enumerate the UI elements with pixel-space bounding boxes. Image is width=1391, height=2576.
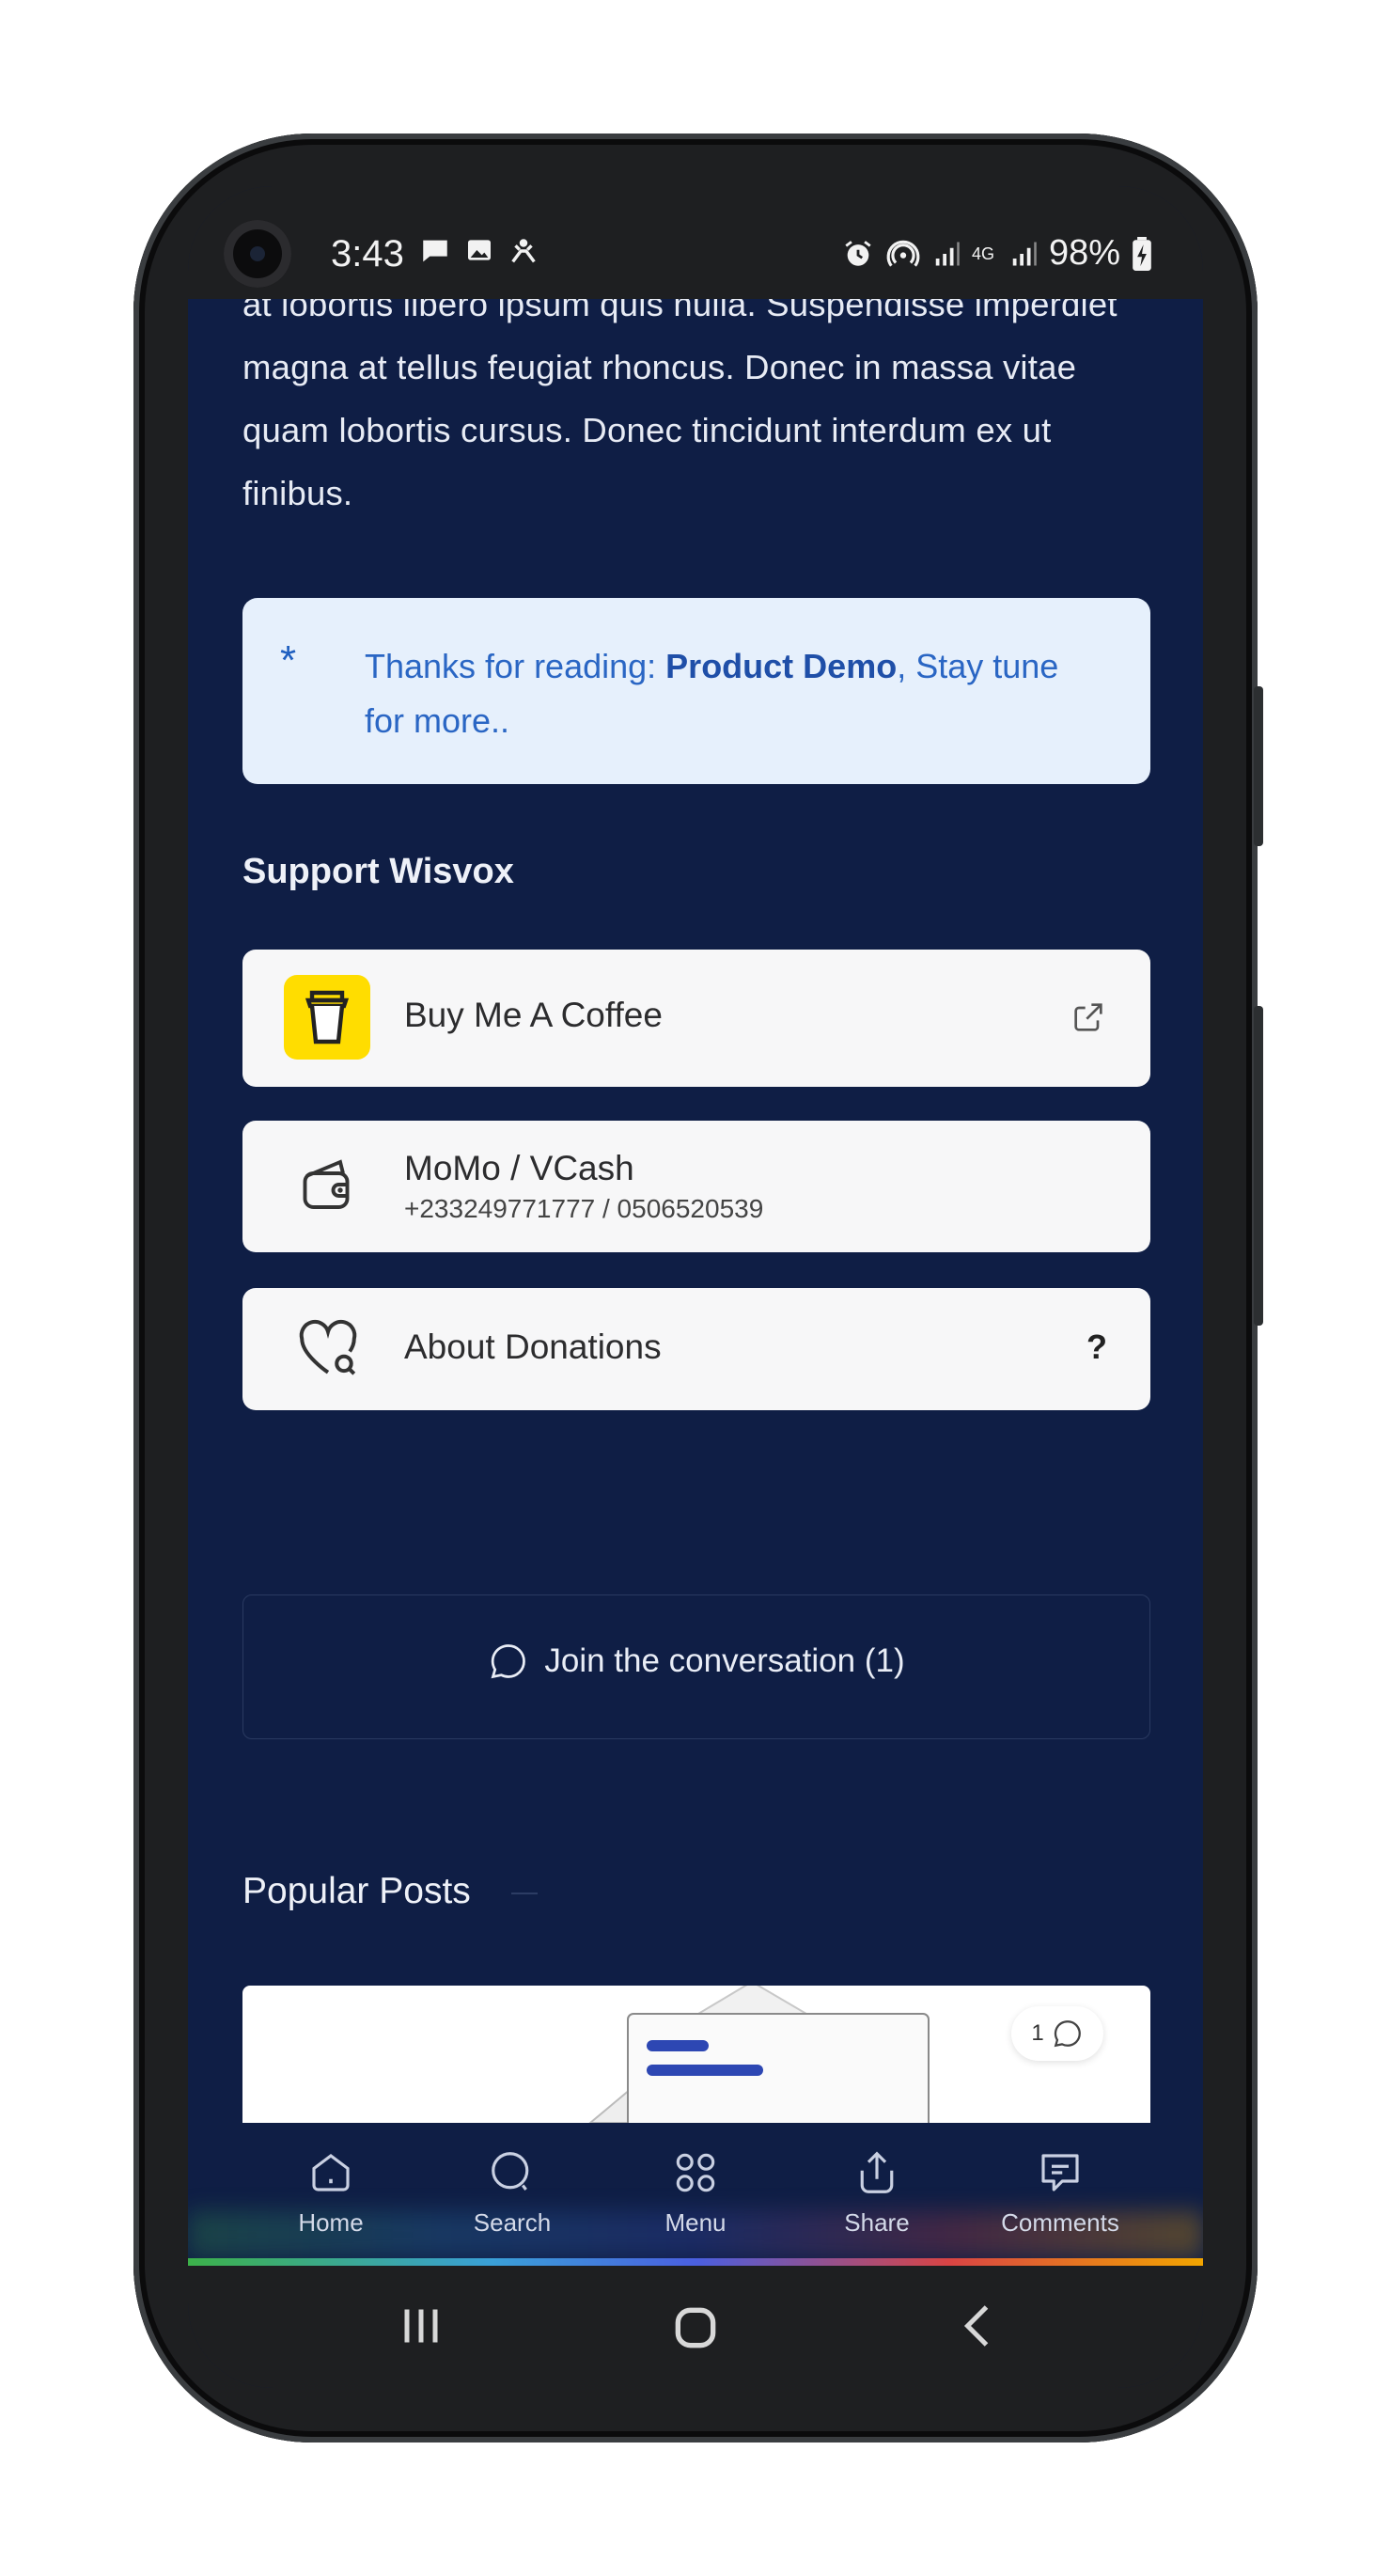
- status-time: 3:43: [331, 233, 404, 275]
- support-title: Support Wisvox: [242, 852, 514, 891]
- post-comment-count: 1: [1011, 2006, 1103, 2061]
- article-content: at lobortis libero ipsum quis nulla. Sus…: [188, 299, 1203, 2123]
- coffee-cup-icon: [284, 975, 370, 1060]
- menu-grid-icon: [676, 2153, 715, 2192]
- nav-search[interactable]: Search: [428, 2147, 597, 2238]
- system-status-icons: 4G 98%: [842, 233, 1152, 274]
- article-paragraph: at lobortis libero ipsum quis nulla. Sus…: [242, 299, 1117, 512]
- notice-message: Thanks for reading: Product Demo, Stay t…: [365, 639, 1098, 748]
- system-navigation-bar: [188, 2266, 1203, 2388]
- popular-post-thumbnail[interactable]: 1: [242, 1986, 1150, 2123]
- phone-screen: 3:43 4G 98% at lobortis libero ipsum qui…: [188, 186, 1203, 2388]
- join-conversation-inner: Join the conversation (1): [243, 1641, 1149, 1682]
- hotspot-icon: [886, 240, 920, 267]
- bottom-navigation: Home Search Menu Share Comments: [188, 2123, 1203, 2266]
- popular-posts-title: Popular Posts: [242, 1871, 471, 1911]
- nav-menu[interactable]: Menu: [611, 2147, 780, 2238]
- comment-bubble-icon: [491, 1644, 526, 1679]
- status-bar: 3:43 4G 98%: [188, 186, 1203, 299]
- donations-label: About Donations: [404, 1327, 662, 1366]
- signal-icon: [1012, 242, 1037, 265]
- 4g-icon: 4G: [971, 243, 994, 263]
- about-donations-card[interactable]: About Donations ?: [242, 1288, 1150, 1410]
- share-icon: [860, 2151, 894, 2193]
- alarm-icon: [845, 240, 871, 266]
- battery-charging-icon: [1133, 236, 1151, 271]
- power-button: [1254, 1006, 1263, 1326]
- nav-home-label: Home: [298, 2208, 364, 2237]
- heart-search-icon: [299, 1319, 357, 1375]
- notice-post-link[interactable]: Product Demo: [665, 647, 897, 685]
- popular-posts-divider: [511, 1893, 538, 1894]
- momo-vcash-card[interactable]: MoMo / VCash +233249771777 / 0506520539: [242, 1121, 1150, 1252]
- coffee-label: Buy Me A Coffee: [404, 996, 663, 1034]
- image-icon: [468, 240, 491, 260]
- nav-home[interactable]: Home: [246, 2147, 415, 2238]
- search-icon: [492, 2152, 529, 2191]
- notice-prefix: Thanks for reading:: [365, 647, 666, 685]
- nav-comments-label: Comments: [1001, 2208, 1119, 2237]
- post-comment-number: 1: [1031, 2020, 1044, 2046]
- join-conversation-button[interactable]: Join the conversation (1): [242, 1594, 1150, 1739]
- envelope-illustration: [588, 1986, 930, 2123]
- nav-share-label: Share: [844, 2208, 910, 2237]
- rainbow-bar: [188, 2258, 1203, 2266]
- asterisk-icon: *: [280, 637, 297, 683]
- chat-icon: [423, 240, 447, 262]
- recent-apps-icon[interactable]: [393, 2298, 449, 2354]
- home-icon: [312, 2154, 350, 2191]
- nav-menu-label: Menu: [664, 2208, 727, 2237]
- battery-percent: 98%: [1048, 233, 1120, 273]
- nav-share[interactable]: Share: [792, 2147, 961, 2238]
- external-link-icon: [1074, 1003, 1102, 1031]
- nav-comments[interactable]: Comments: [976, 2147, 1145, 2238]
- momo-numbers: +233249771777 / 0506520539: [404, 1194, 764, 1223]
- comments-icon: [1041, 2154, 1079, 2191]
- nav-search-label: Search: [473, 2208, 552, 2237]
- donations-help-icon: ?: [1086, 1327, 1107, 1366]
- thanks-notice: * Thanks for reading: Product Demo, Stay…: [242, 598, 1150, 784]
- buy-me-coffee-card[interactable]: Buy Me A Coffee: [242, 950, 1150, 1087]
- wallet-icon: [303, 1159, 350, 1209]
- notification-icon: [511, 239, 536, 263]
- momo-label: MoMo / VCash: [404, 1149, 634, 1187]
- signal-icon: [935, 242, 960, 265]
- home-button-icon[interactable]: [665, 2298, 726, 2358]
- notification-icons: [419, 235, 539, 267]
- volume-button: [1254, 686, 1263, 846]
- back-icon[interactable]: [951, 2298, 1008, 2354]
- join-conversation-label: Join the conversation (1): [544, 1642, 905, 1679]
- front-camera: [224, 220, 291, 288]
- comment-bubble-icon: [1054, 2020, 1081, 2048]
